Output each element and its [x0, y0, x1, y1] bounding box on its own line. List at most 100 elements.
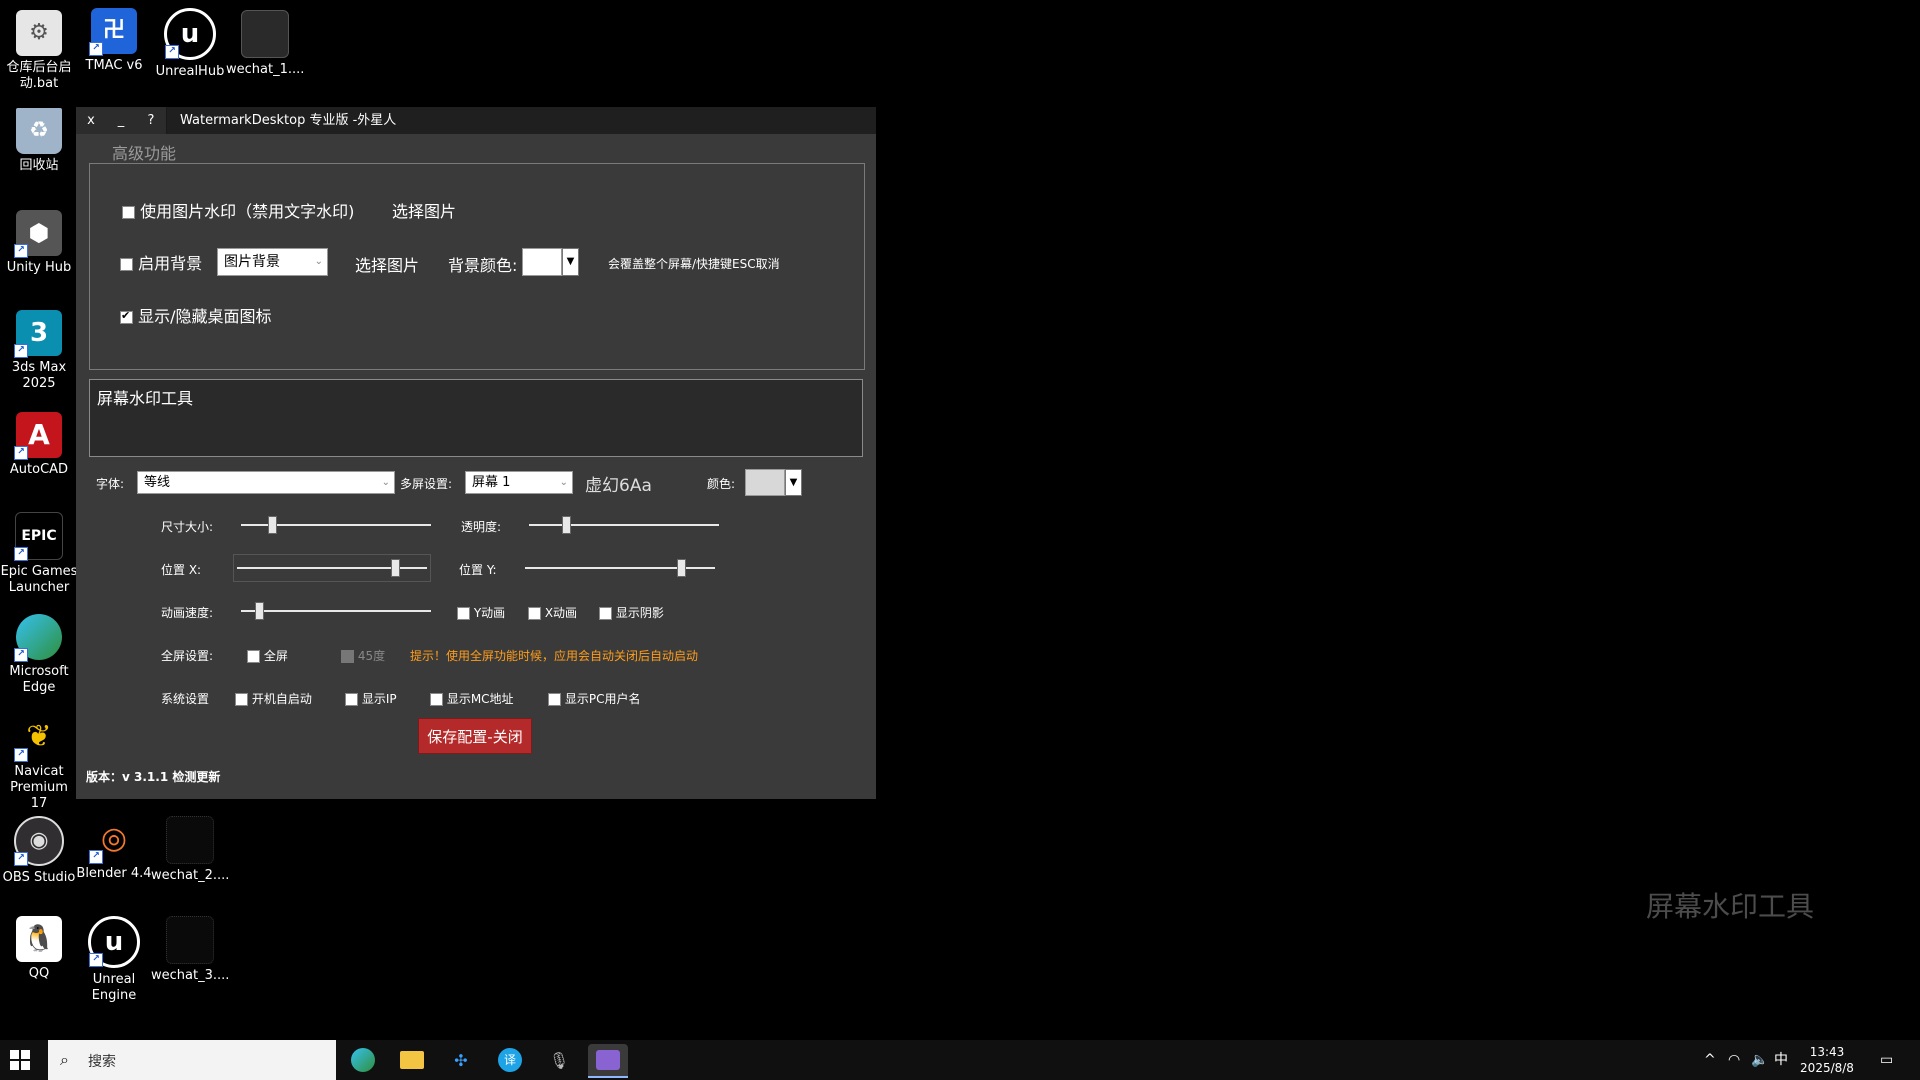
text-color-dropdown[interactable]: ▼	[785, 469, 802, 496]
y-animation-option[interactable]: Y动画	[457, 604, 505, 621]
taskbar-search-box[interactable]: ⌕ 搜索	[48, 1040, 336, 1080]
minimize-button[interactable]: _	[106, 107, 137, 134]
desktop-icon-tmac[interactable]: 卍 ↗ TMAC v6	[75, 8, 153, 74]
animation-speed-label: 动画速度:	[161, 606, 214, 620]
desktop-icon-obs[interactable]: ◉ ↗ OBS Studio	[0, 816, 78, 886]
multiscreen-label: 多屏设置:	[400, 477, 453, 491]
toggle-desktop-icons-option[interactable]: 显示/隐藏桌面图标	[120, 303, 272, 327]
background-color-dropdown[interactable]: ▼	[562, 248, 579, 276]
size-label: 尺寸大小:	[161, 520, 214, 534]
use-image-watermark-checkbox[interactable]	[122, 206, 135, 219]
x-animation-option[interactable]: X动画	[528, 604, 577, 621]
desktop-icon-recycle-bin[interactable]: ♻ 回收站	[0, 108, 78, 174]
windows-start-icon[interactable]	[10, 1050, 30, 1070]
desktop-icon-edge[interactable]: ↗ Microsoft Edge	[0, 614, 78, 696]
show-ip-option[interactable]: 显示IP	[345, 690, 397, 707]
enable-background-checkbox[interactable]	[120, 258, 133, 271]
close-button[interactable]: x	[76, 107, 107, 134]
ime-indicator[interactable]: 中	[1774, 1040, 1788, 1080]
tray-chevron-up-icon[interactable]: ^	[1704, 1040, 1716, 1080]
help-button[interactable]: ?	[136, 107, 167, 134]
taskbar-clock[interactable]: 13:43 2025/8/8	[1792, 1044, 1862, 1076]
save-close-button[interactable]: 保存配置-关闭	[418, 718, 532, 754]
slider-track	[529, 524, 719, 526]
fullscreen-checkbox[interactable]	[247, 650, 260, 663]
clock-date: 2025/8/8	[1800, 1061, 1854, 1075]
position-x-label: 位置 X:	[161, 563, 202, 577]
taskbar-file-explorer-icon[interactable]	[392, 1044, 432, 1076]
slider-thumb[interactable]	[391, 559, 400, 577]
show-mac-checkbox[interactable]	[430, 693, 443, 706]
slider-thumb[interactable]	[255, 602, 264, 620]
choose-image-button-1[interactable]: 选择图片	[392, 198, 456, 222]
taskbar-microphone-icon[interactable]: 🎙	[539, 1044, 579, 1076]
opacity-slider[interactable]	[529, 515, 719, 535]
fullscreen-option[interactable]: 全屏	[247, 647, 288, 664]
enable-background-option[interactable]: 启用背景	[120, 250, 202, 274]
deg45-checkbox[interactable]	[341, 650, 354, 663]
desktop-icon-3dsmax[interactable]: 3 ↗ 3ds Max 2025	[0, 310, 78, 392]
3dsmax-icon: 3 ↗	[14, 310, 62, 358]
autostart-option[interactable]: 开机自启动	[235, 690, 312, 707]
desktop-icon-blender[interactable]: ◎ ↗ Blender 4.4	[75, 816, 153, 882]
toggle-desktop-icons-label: 显示/隐藏桌面图标	[138, 307, 272, 326]
taskbar: ⌕ 搜索 ✣ 译 🎙 ^ ◠ 🔈 中 13:43 2025/8/8 ▭	[0, 1040, 1920, 1080]
version-update-link[interactable]: 版本：v 3.1.1 检测更新	[86, 768, 220, 785]
desktop-icon-wechat-1[interactable]: wechat_1....	[226, 10, 304, 78]
y-animation-checkbox[interactable]	[457, 607, 470, 620]
taskbar-watermark-app-icon[interactable]	[588, 1044, 628, 1078]
desktop-icon-autocad[interactable]: A ↗ AutoCAD	[0, 412, 78, 478]
opacity-label: 透明度:	[461, 520, 502, 534]
x-animation-checkbox[interactable]	[528, 607, 541, 620]
desktop-icon-warehouse-bat[interactable]: ⚙ 仓库后台启动.bat	[0, 10, 78, 92]
font-label: 字体:	[96, 477, 125, 491]
desktop-icon-wechat-3[interactable]: wechat_3....	[151, 916, 229, 984]
show-shadow-option[interactable]: 显示阴影	[599, 604, 664, 621]
epic-games-icon: EPIC ↗	[14, 512, 63, 561]
use-image-watermark-option[interactable]: 使用图片水印（禁用文字水印)	[122, 198, 354, 222]
slider-track	[241, 610, 431, 612]
show-shadow-checkbox[interactable]	[599, 607, 612, 620]
slider-thumb[interactable]	[562, 516, 571, 534]
font-select[interactable]: 等线 ⌄	[137, 471, 395, 494]
taskbar-code-tool-icon[interactable]: ✣	[441, 1044, 481, 1076]
show-mac-option[interactable]: 显示MC地址	[430, 690, 514, 707]
show-pc-user-label: 显示PC用户名	[564, 692, 641, 706]
desktop-icon-epic[interactable]: EPIC ↗ Epic Games Launcher	[0, 512, 78, 596]
notification-icon[interactable]: ▭	[1880, 1040, 1893, 1080]
show-ip-checkbox[interactable]	[345, 693, 358, 706]
volume-icon[interactable]: 🔈	[1751, 1040, 1768, 1080]
recycle-bin-icon: ♻	[16, 108, 62, 154]
animation-speed-slider[interactable]	[241, 601, 431, 621]
size-slider[interactable]	[241, 515, 431, 535]
screen-select[interactable]: 屏幕 1 ⌄	[465, 471, 573, 494]
desktop-icon-unreal-engine[interactable]: u ↗ Unreal Engine	[75, 916, 153, 1004]
chevron-down-icon: ⌄	[381, 477, 390, 488]
autostart-checkbox[interactable]	[235, 693, 248, 706]
watermark-text-input[interactable]: 屏幕水印工具	[89, 379, 863, 457]
show-pc-user-option[interactable]: 显示PC用户名	[548, 690, 640, 707]
show-pc-user-checkbox[interactable]	[548, 693, 561, 706]
background-color-swatch[interactable]	[522, 248, 562, 276]
choose-image-button-2[interactable]: 选择图片	[355, 252, 419, 276]
desktop-icon-unrealhub[interactable]: u ↗ UnrealHub	[151, 8, 229, 80]
taskbar-edge-icon[interactable]	[343, 1044, 383, 1076]
position-y-slider[interactable]	[525, 558, 715, 578]
wifi-icon[interactable]: ◠	[1728, 1040, 1740, 1080]
slider-thumb[interactable]	[268, 516, 277, 534]
background-type-select[interactable]: 图片背景 ⌄	[217, 248, 328, 276]
toggle-desktop-icons-checkbox[interactable]	[120, 309, 133, 324]
slider-thumb[interactable]	[677, 559, 686, 577]
text-color-swatch[interactable]	[745, 469, 785, 496]
desktop-icon-navicat[interactable]: ❦ ↗ Navicat Premium 17	[0, 714, 78, 812]
navicat-icon: ❦ ↗	[14, 714, 62, 762]
deg45-option[interactable]: 45度	[341, 647, 385, 664]
position-x-slider[interactable]	[233, 554, 431, 582]
desktop-icon-wechat-2[interactable]: wechat_2....	[151, 816, 229, 884]
background-color-label: 背景颜色:	[448, 256, 518, 275]
title-bar[interactable]: x _ ? WatermarkDesktop 专业版 -外星人	[76, 107, 876, 134]
desktop-icon-qq[interactable]: 🐧 QQ	[0, 916, 78, 982]
autostart-label: 开机自启动	[251, 692, 312, 706]
taskbar-translator-icon[interactable]: 译	[490, 1044, 530, 1076]
desktop-icon-unity-hub[interactable]: ⬢ ↗ Unity Hub	[0, 210, 78, 276]
